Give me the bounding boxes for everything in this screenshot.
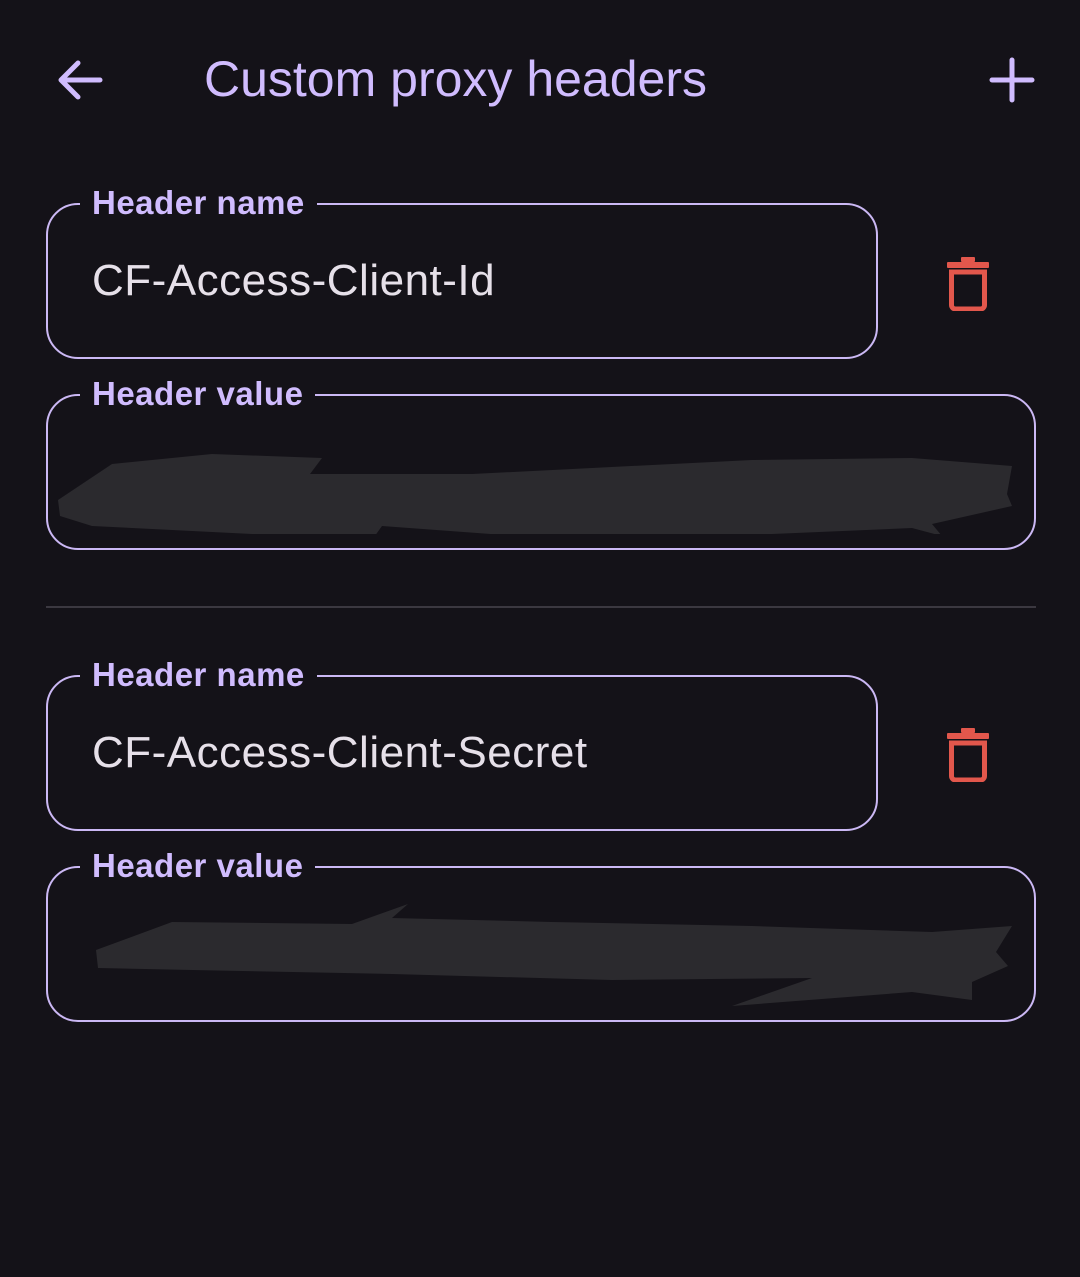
arrow-left-icon [58,60,103,100]
header-value-field[interactable]: Header value [46,374,1036,550]
header-name-field[interactable]: Header name CF-Access-Client-Secret [46,655,878,831]
redaction-scribble [58,454,1012,534]
top-app-bar: Custom proxy headers [0,0,1080,160]
trash-icon [947,257,989,311]
delete-header-button[interactable] [928,714,1008,794]
header-value-label: Header value [80,846,316,886]
add-header-button[interactable] [972,40,1052,120]
trash-icon [947,728,989,782]
page-title: Custom proxy headers [204,51,708,107]
delete-header-button[interactable] [928,243,1008,323]
custom-proxy-headers-screen: Custom proxy headers Header name CF-Acce… [0,0,1080,1277]
back-button[interactable] [40,40,120,120]
redaction-scribble [96,904,1012,1006]
section-divider [46,606,1036,608]
header-value-field[interactable]: Header value [46,846,1036,1022]
header-name-field[interactable]: Header name CF-Access-Client-Id [46,183,878,359]
plus-icon [989,57,1035,103]
header-name-input[interactable]: CF-Access-Client-Secret [92,677,588,829]
header-value-label: Header value [80,374,316,414]
header-name-input[interactable]: CF-Access-Client-Id [92,205,495,357]
